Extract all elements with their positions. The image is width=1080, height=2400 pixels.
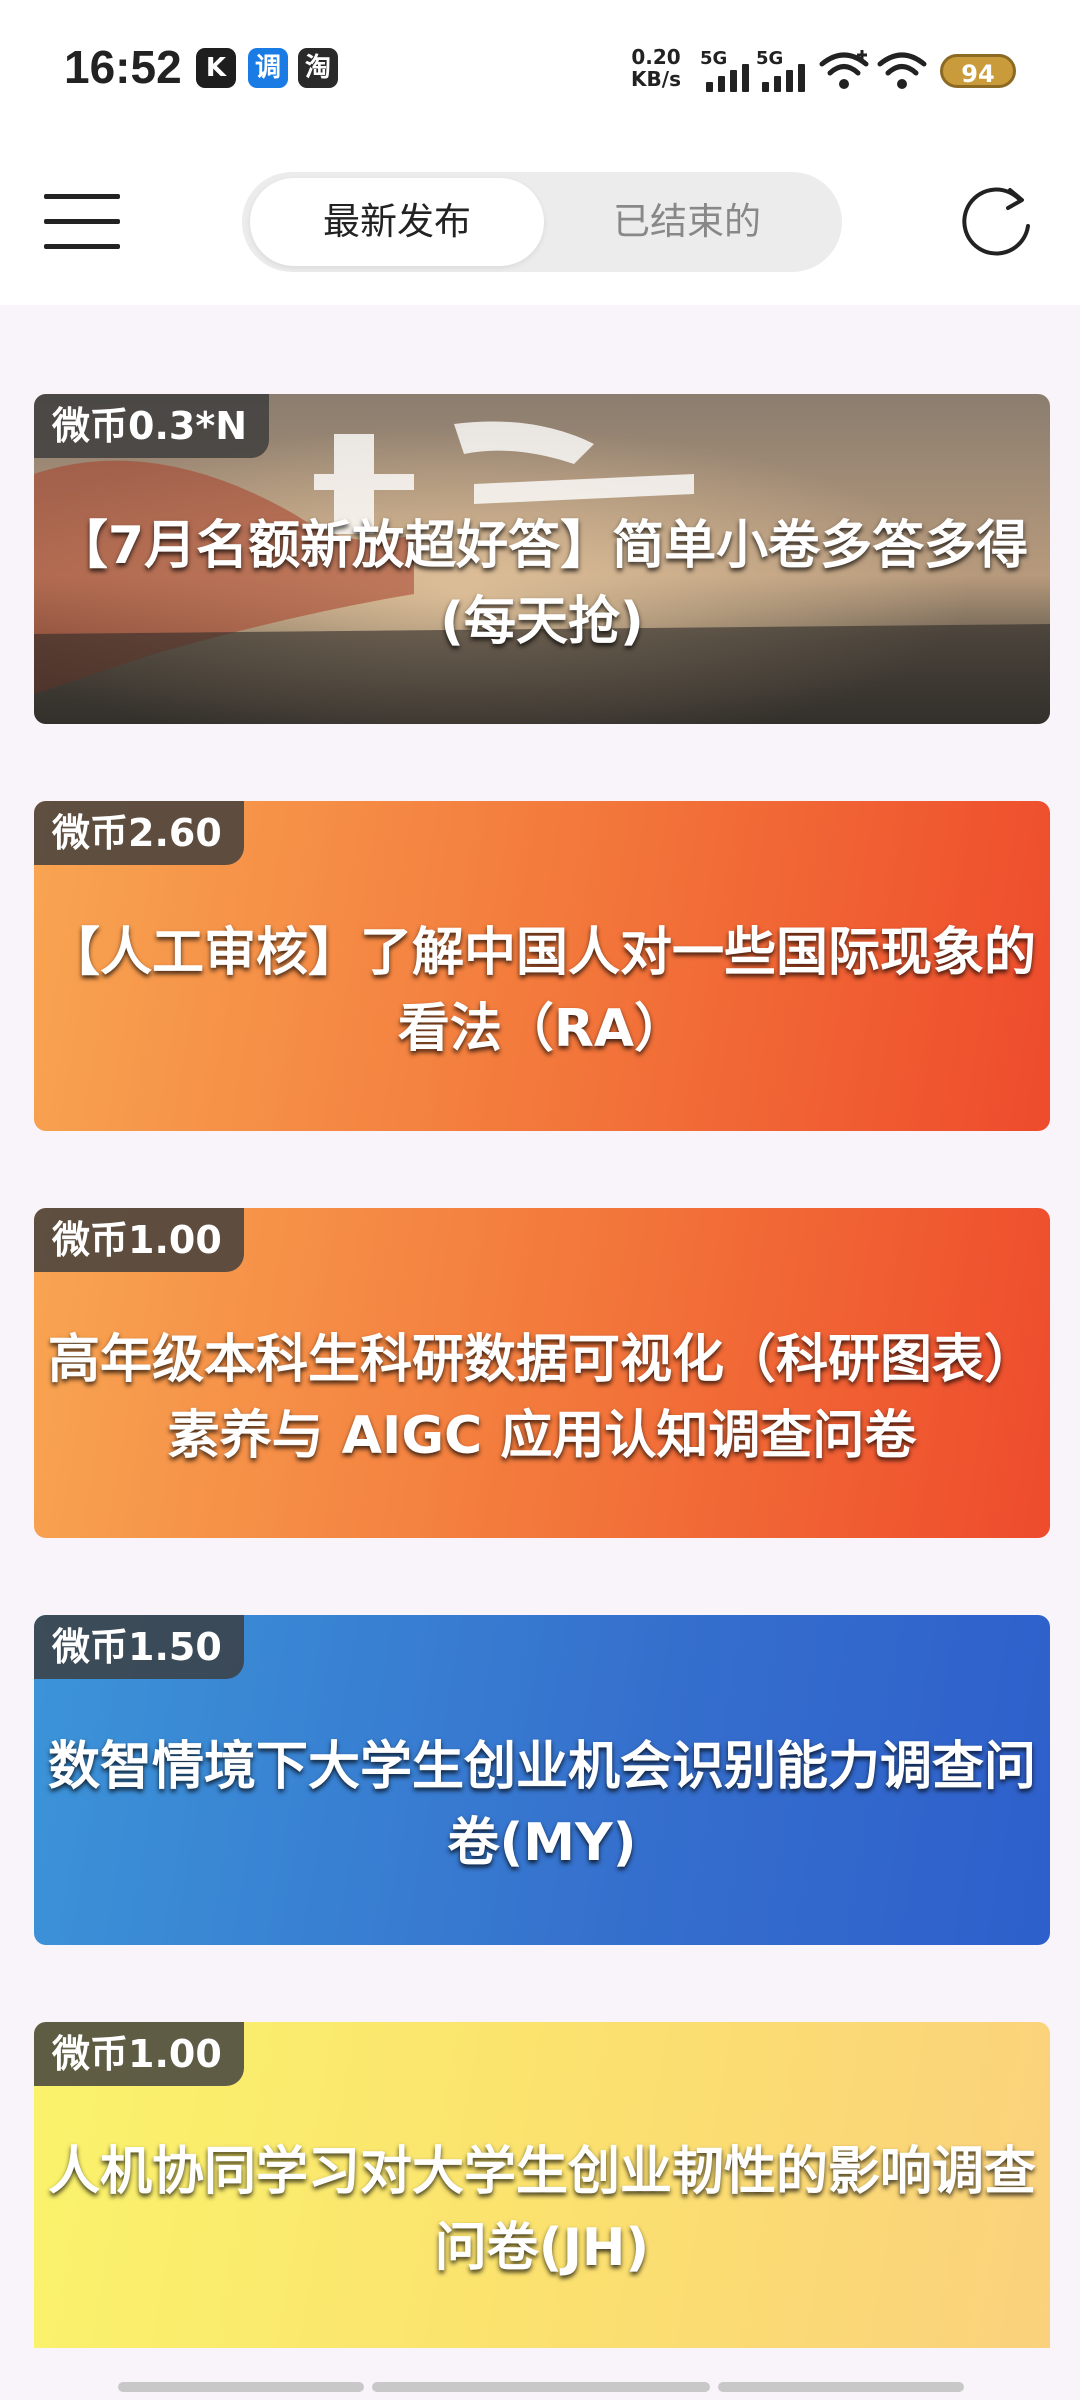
survey-card[interactable]: 微币2.60 【人工审核】了解中国人对一些国际现象的看法（RA） [34, 801, 1050, 1131]
app-notification-icon: 淘 [298, 48, 338, 88]
tab-ended[interactable]: 已结束的 [540, 178, 834, 266]
network-speed-unit: KB/s [631, 67, 681, 91]
signal-icon: 5G [756, 48, 812, 92]
app-notification-icon: K [196, 48, 236, 88]
status-bar: 16:52 K 调 淘 0.20 KB/s 5G 5G 94 [0, 0, 1080, 140]
survey-card[interactable]: 微币1.00 高年级本科生科研数据可视化（科研图表）素养与 AIGC 应用认知调… [34, 1208, 1050, 1538]
card-title: 【7月名额新放超好答】简单小卷多答多得(每天抢) [55, 516, 1029, 652]
network-speed-value: 0.20 [631, 45, 681, 69]
top-header: 最新发布 已结束的 [0, 140, 1080, 305]
card-title: 【人工审核】了解中国人对一些国际现象的看法（RA） [47, 923, 1036, 1059]
bottom-page-indicator [118, 2382, 964, 2392]
network-speed: 0.20 KB/s [624, 46, 688, 90]
battery-indicator: 94 [940, 54, 1016, 88]
survey-card[interactable]: 微币1.00 人机协同学习对大学生创业韧性的影响调查问卷(JH) [34, 2022, 1050, 2348]
survey-card[interactable]: 微币1.50 数智情境下大学生创业机会识别能力调查问卷(MY) [34, 1615, 1050, 1945]
menu-icon[interactable] [44, 194, 120, 250]
segmented-tabs: 最新发布 已结束的 [242, 172, 842, 272]
app-notification-icon: 调 [248, 48, 288, 88]
refresh-icon[interactable] [958, 182, 1038, 262]
signal-icon: 5G [700, 48, 756, 92]
wifi-icon [877, 52, 927, 89]
card-title: 数智情境下大学生创业机会识别能力调查问卷(MY) [47, 1737, 1036, 1873]
survey-card[interactable]: 微币0.3*N 【7月名额新放超好答】简单小卷多答多得(每天抢) [34, 394, 1050, 724]
status-time: 16:52 [64, 41, 182, 93]
tab-latest[interactable]: 最新发布 [250, 178, 544, 266]
wifi-icon [819, 50, 869, 89]
card-title: 人机协同学习对大学生创业韧性的影响调查问卷(JH) [47, 2142, 1036, 2278]
card-title: 高年级本科生科研数据可视化（科研图表）素养与 AIGC 应用认知调查问卷 [47, 1330, 1036, 1466]
